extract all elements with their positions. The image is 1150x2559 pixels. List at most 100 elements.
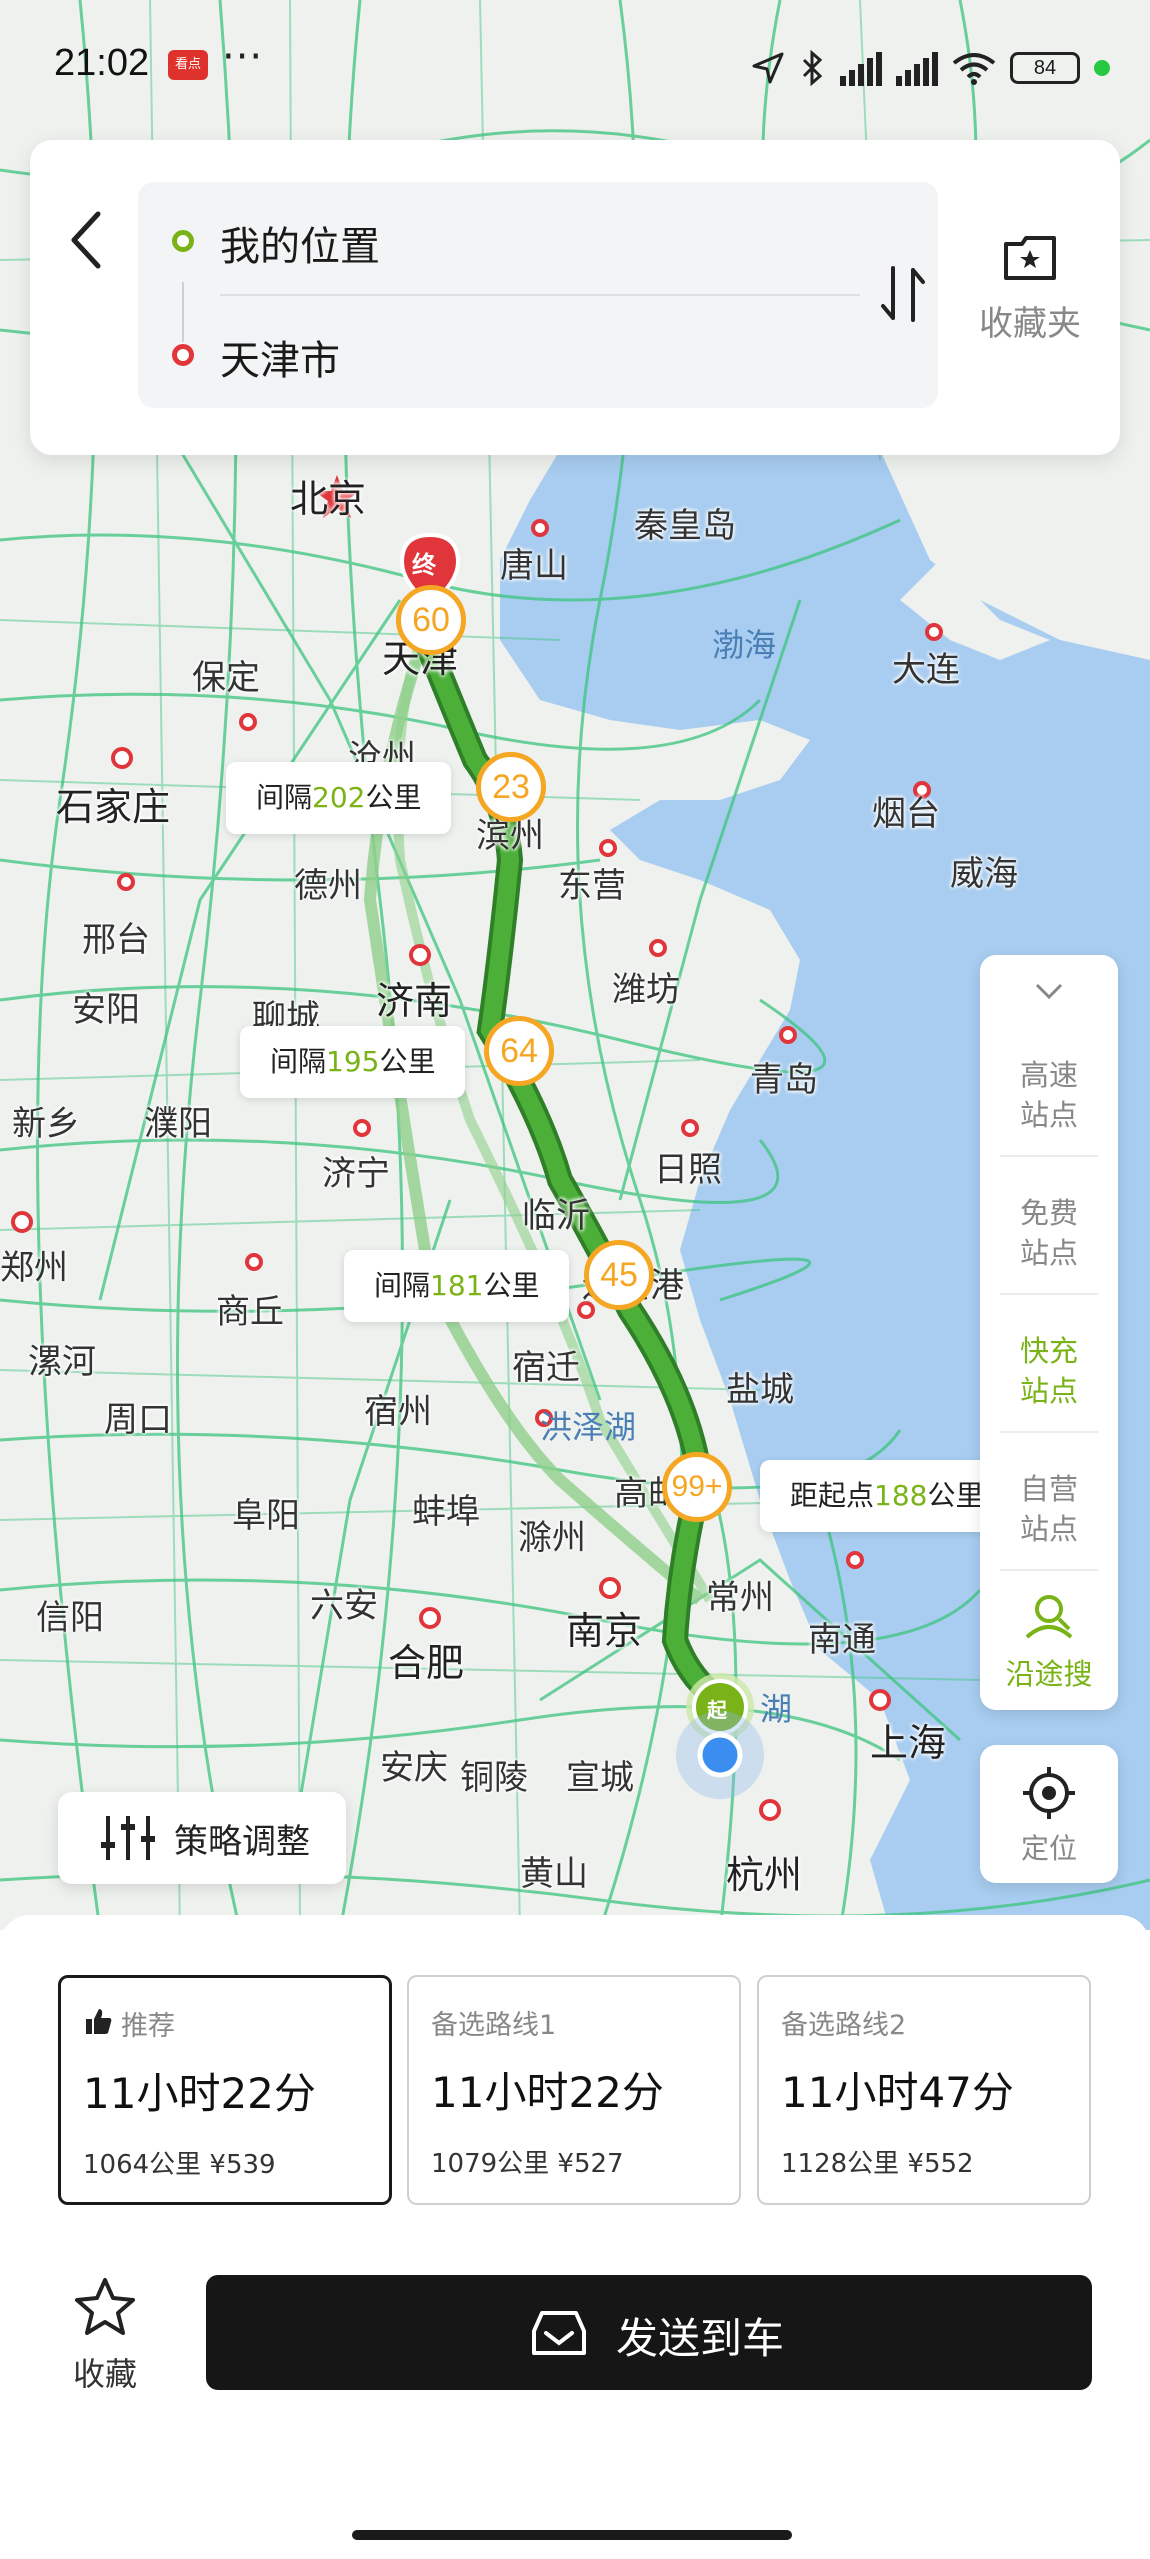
city-label: 德州 <box>294 866 362 906</box>
swap-endpoints-icon[interactable] <box>863 254 943 334</box>
divider <box>1000 1155 1098 1157</box>
gap-distance-tag: 间隔181公里 <box>344 1250 570 1322</box>
along-route-search-label: 沿途搜 <box>1005 1657 1093 1691</box>
city-label: 宿州 <box>364 1392 432 1432</box>
city-label: 邢台 <box>82 920 150 960</box>
locate-button[interactable]: 定位 <box>980 1745 1118 1883</box>
app-notification-icon: 看点 <box>168 50 208 80</box>
city-label: 新乡 <box>12 1104 80 1144</box>
destination-field[interactable]: 天津市 <box>138 320 838 390</box>
signal-strength-icon <box>840 50 882 86</box>
along-route-search-button[interactable]: 沿途搜 <box>980 1587 1118 1693</box>
car-icon <box>532 2311 586 2355</box>
home-indicator[interactable] <box>352 2530 792 2540</box>
city-label: 日照 <box>654 1150 722 1190</box>
wifi-icon <box>952 53 996 85</box>
folder-star-icon <box>1004 236 1056 280</box>
charging-station-badge[interactable]: 64 <box>484 1016 554 1086</box>
city-label: 烟台 <box>872 794 940 834</box>
sea-label: 渤海 <box>712 626 777 664</box>
city-label: 济南 <box>376 979 453 1023</box>
thumbs-up-icon <box>86 2009 112 2034</box>
filter-free-stations[interactable]: 免费 站点 <box>980 1193 1118 1273</box>
collapse-chevron-icon[interactable] <box>1029 977 1069 1007</box>
origin-text: 我的位置 <box>220 224 380 270</box>
favorite-button[interactable]: 收藏 <box>60 2275 150 2395</box>
strategy-adjust-button[interactable]: 策略调整 <box>58 1792 346 1884</box>
route-input-card: 我的位置 天津市 收藏夹 <box>30 140 1120 455</box>
back-arrow-icon[interactable] <box>58 200 118 280</box>
gap-distance-tag: 间隔202公里 <box>226 762 452 834</box>
charging-station-badge[interactable]: 60 <box>396 585 466 655</box>
city-label: 北京 <box>290 477 367 521</box>
city-label: 安阳 <box>72 990 140 1030</box>
city-label: 临沂 <box>522 1196 590 1236</box>
city-label: 上海 <box>870 1721 947 1765</box>
origin-field[interactable]: 我的位置 <box>138 206 838 276</box>
city-label: 大连 <box>892 650 960 690</box>
charging-station-badge[interactable]: 23 <box>476 752 546 822</box>
strategy-adjust-label: 策略调整 <box>174 1822 310 1862</box>
origin-marker-label: 起 <box>707 1698 727 1722</box>
city-label: 漯河 <box>28 1342 96 1382</box>
charging-filter-panel: 高速 站点 免费 站点 快充 站点 自营 站点 沿途搜 <box>980 955 1118 1710</box>
route-distance-cost: 1064公里 ¥539 <box>83 2150 276 2180</box>
origin-dot-icon <box>172 230 194 252</box>
origin-marker <box>676 1673 764 1799</box>
city-label: 滁州 <box>518 1518 586 1558</box>
city-label: 宿迁 <box>512 1348 580 1388</box>
along-route-search-icon <box>1025 1595 1073 1639</box>
city-label: 安庆 <box>380 1748 448 1788</box>
city-label: 六安 <box>310 1586 378 1626</box>
city-label: 黄山 <box>520 1854 588 1894</box>
city-label: 郑州 <box>0 1248 68 1288</box>
city-label: 盐城 <box>726 1370 794 1410</box>
distance-from-start-tag: 距起点188公里 <box>760 1460 1004 1532</box>
city-label: 合肥 <box>388 1641 465 1685</box>
status-bar: 21:02 看点 ··· 84 <box>0 0 1150 140</box>
route-tag: 备选路线2 <box>781 2010 907 2041</box>
favorites-folder-label: 收藏夹 <box>979 304 1081 344</box>
star-outline-icon <box>75 2278 135 2335</box>
city-label: 信阳 <box>36 1598 104 1638</box>
privacy-indicator-dot <box>1094 60 1110 76</box>
city-label: 常州 <box>706 1578 774 1618</box>
favorites-folder-button[interactable]: 收藏夹 <box>970 230 1090 345</box>
filter-self-operated-stations[interactable]: 自营 站点 <box>980 1469 1118 1549</box>
bluetooth-icon <box>802 50 823 86</box>
signal-strength-icon <box>896 50 938 86</box>
send-to-car-button[interactable]: 发送到车 <box>206 2275 1092 2390</box>
route-option-recommended[interactable]: 推荐 11小时22分 1064公里 ¥539 <box>58 1975 392 2205</box>
city-label: 杭州 <box>726 1853 803 1897</box>
city-label: 濮阳 <box>144 1104 212 1144</box>
clock: 21:02 <box>54 42 150 84</box>
city-label: 铜陵 <box>460 1758 528 1798</box>
route-options-sheet: 推荐 11小时22分 1064公里 ¥539 备选路线1 11小时22分 107… <box>0 1915 1150 2559</box>
city-label: 商丘 <box>216 1292 284 1332</box>
route-option-alt-2[interactable]: 备选路线2 11小时47分 1128公里 ¥552 <box>757 1975 1091 2205</box>
city-label: 蚌埠 <box>412 1492 480 1532</box>
destination-dot-icon <box>172 344 194 366</box>
route-duration: 11小时47分 <box>781 2068 1014 2117</box>
route-duration: 11小时22分 <box>431 2068 664 2117</box>
city-label: 阜阳 <box>232 1496 300 1536</box>
route-option-alt-1[interactable]: 备选路线1 11小时22分 1079公里 ¥527 <box>407 1975 741 2205</box>
send-to-car-label: 发送到车 <box>616 2314 785 2363</box>
city-label: 宣城 <box>566 1758 634 1798</box>
charging-station-badge[interactable]: 99+ <box>662 1452 732 1522</box>
divider <box>1000 1569 1098 1571</box>
lake-label: 湖 <box>760 1690 793 1728</box>
filter-highway-stations[interactable]: 高速 站点 <box>980 1055 1118 1135</box>
lake-label: 洪泽湖 <box>540 1408 637 1446</box>
charging-station-badge[interactable]: 45 <box>584 1240 654 1310</box>
filter-fast-charge-stations[interactable]: 快充 站点 <box>980 1331 1118 1411</box>
divider <box>1000 1293 1098 1295</box>
city-label: 东营 <box>558 866 626 906</box>
divider <box>220 294 860 296</box>
divider <box>1000 1431 1098 1433</box>
city-label: 南京 <box>566 1609 643 1653</box>
locate-label: 定位 <box>1020 1832 1077 1865</box>
city-label: 青岛 <box>750 1060 818 1100</box>
city-label: 保定 <box>192 658 260 698</box>
route-distance-cost: 1128公里 ¥552 <box>781 2149 974 2179</box>
